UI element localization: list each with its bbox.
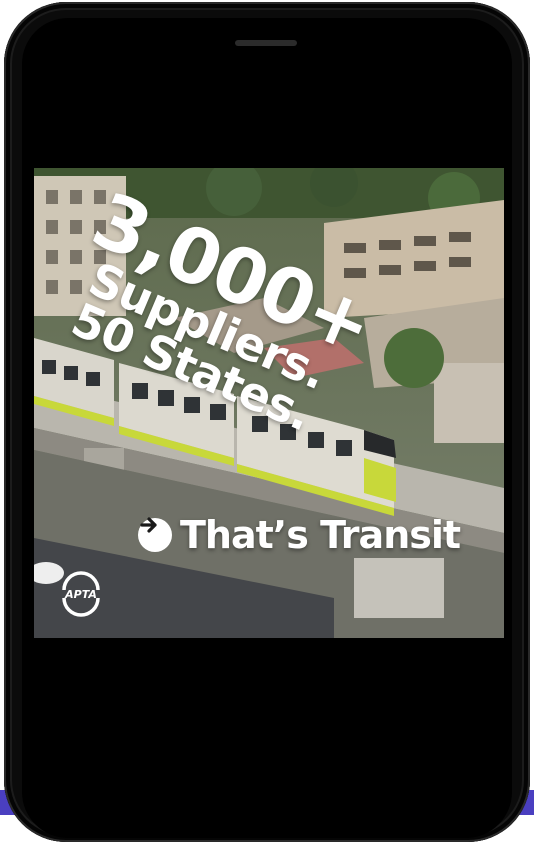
phone-frame: 3,000+ Suppliers. 50 States. That’s Tran… (4, 2, 530, 842)
phone-screen: 3,000+ Suppliers. 50 States. That’s Tran… (22, 18, 512, 838)
tagline: That’s Transit (138, 513, 461, 557)
tagline-text: That’s Transit (180, 513, 461, 557)
speaker-slot (235, 40, 297, 46)
arrow-right-circle-icon (138, 517, 172, 552)
apta-logo: APTA (56, 568, 106, 618)
logo-text: APTA (64, 588, 97, 601)
video-player[interactable]: 3,000+ Suppliers. 50 States. That’s Tran… (34, 168, 504, 638)
